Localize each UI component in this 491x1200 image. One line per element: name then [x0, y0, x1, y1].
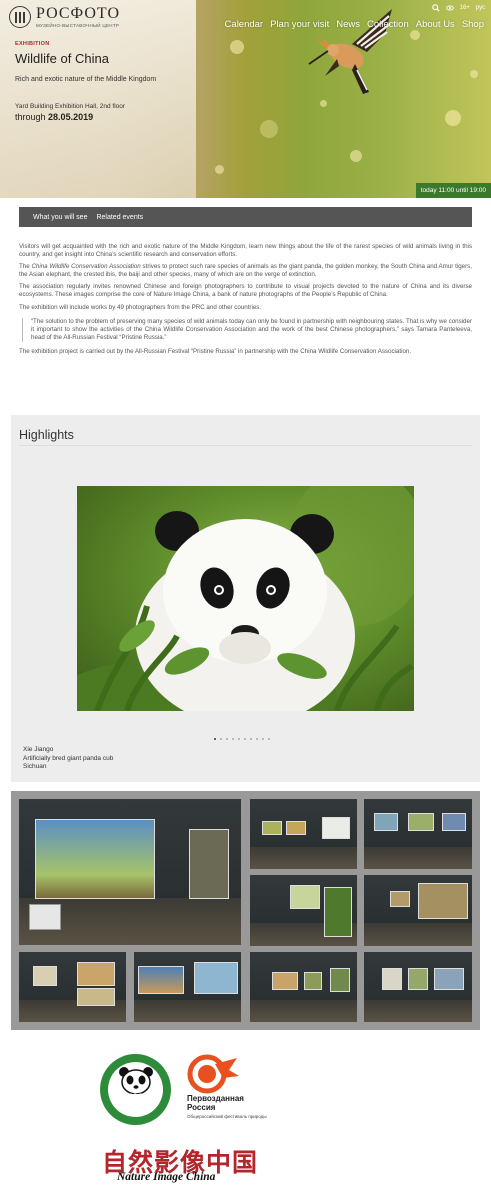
article-paragraph: The association regularly invites renown…: [19, 283, 472, 299]
nature-image-china-logo[interactable]: Nature Image China: [117, 1171, 215, 1183]
slider-dot[interactable]: [244, 738, 246, 740]
gallery-photo[interactable]: [364, 952, 472, 1022]
age-rating: 16+: [459, 5, 470, 11]
panda-cub-image: [77, 486, 414, 711]
photo-location: Sichuan: [23, 763, 47, 770]
tab-what-you-will-see[interactable]: What you will see: [33, 214, 87, 221]
language-switch[interactable]: рус: [476, 5, 485, 11]
gallery-photo[interactable]: [250, 952, 357, 1022]
tab-related-events[interactable]: Related events: [96, 214, 143, 221]
pristine-russia-subtitle: Общероссийский фестиваль природы: [187, 1114, 267, 1119]
article-paragraph: Visitors will get acquainted with the ri…: [19, 243, 472, 259]
gallery-photo[interactable]: [364, 875, 472, 946]
highlights-section: Highlights Xie Jiango Artificially bred …: [11, 415, 480, 782]
search-icon[interactable]: [431, 4, 440, 12]
divider: [19, 445, 472, 446]
cwca-label: CWCA: [116, 1092, 155, 1104]
hero-text-panel: [0, 0, 196, 198]
opening-hours-badge: today 11:00 until 19:00: [415, 183, 491, 198]
slider-dot[interactable]: [238, 738, 240, 740]
gallery-photo[interactable]: [250, 875, 357, 946]
venue-text: Yard Building Exhibition Hall, 2nd floor: [15, 103, 126, 110]
highlight-slide-image[interactable]: [77, 486, 414, 711]
page-title: Wildlife of China: [15, 51, 109, 66]
slider-dot[interactable]: [268, 738, 270, 740]
nav-collection[interactable]: Collection: [367, 19, 409, 30]
cwca-logo[interactable]: CWCA: [100, 1054, 171, 1125]
gallery-photo[interactable]: [364, 799, 472, 869]
logo-name: РОСФОТО: [36, 5, 121, 22]
slider-dot[interactable]: [262, 738, 264, 740]
photo-title: Artificially bred giant panda cub: [23, 754, 114, 762]
page-subtitle: Rich and exotic nature of the Middle Kin…: [15, 76, 157, 83]
slider-dot[interactable]: [226, 738, 228, 740]
logo-subtitle: МУЗЕЙНО-ВЫСТАВОЧНЫЙ ЦЕНТР: [36, 23, 120, 28]
gallery-photo[interactable]: [250, 799, 357, 869]
exhibition-dates: through 28.05.2019: [15, 112, 94, 122]
slider-dot[interactable]: [214, 738, 216, 740]
hero-banner: РОСФОТО МУЗЕЙНО-ВЫСТАВОЧНЫЙ ЦЕНТР EXHIBI…: [0, 0, 491, 198]
photographer-name: Xie Jiango: [23, 746, 54, 753]
slider-dot[interactable]: [220, 738, 222, 740]
gallery-photo[interactable]: [19, 799, 241, 945]
nav-calendar[interactable]: Calendar: [225, 19, 264, 30]
nav-about-us[interactable]: About Us: [416, 19, 455, 30]
exhibition-photo-gallery: [11, 791, 480, 1030]
article-paragraph: The China Wildlife Conservation Associat…: [19, 263, 472, 279]
article-paragraph: The exhibition will include works by 49 …: [19, 303, 262, 311]
slider-dot[interactable]: [256, 738, 258, 740]
article-body: Visitors will get acquainted with the ri…: [19, 243, 472, 360]
nav-plan-your-visit[interactable]: Plan your visit: [270, 19, 329, 30]
pristine-russia-title: Первозданная Россия: [187, 1094, 244, 1112]
slider-dot[interactable]: [232, 738, 234, 740]
end-date: 28.05.2019: [48, 112, 94, 122]
slider-dots: [214, 738, 270, 740]
logo-emblem-icon: [9, 6, 31, 28]
organization-name: China Wildlife Conservation Association: [31, 263, 141, 271]
nav-shop[interactable]: Shop: [462, 19, 484, 30]
nav-news[interactable]: News: [336, 19, 360, 30]
utility-bar: 16+ рус: [431, 4, 485, 12]
main-nav: Calendar Plan your visit News Collection…: [225, 19, 484, 30]
gallery-photo[interactable]: [134, 952, 241, 1022]
article-paragraph: The exhibition project is carried out by…: [19, 347, 412, 355]
article-quote: “The solution to the problem of preservi…: [22, 317, 472, 342]
site-logo[interactable]: РОСФОТО МУЗЕЙНО-ВЫСТАВОЧНЫЙ ЦЕНТР: [9, 6, 120, 28]
exhibition-label: EXHIBITION: [15, 41, 50, 47]
panda-icon: [119, 1067, 153, 1094]
highlights-heading: Highlights: [19, 428, 74, 442]
pristine-russia-fox-icon[interactable]: [187, 1054, 242, 1094]
eye-icon[interactable]: [445, 4, 454, 12]
slide-caption: Xie Jiango Artificially bred giant panda…: [23, 746, 113, 772]
slider-dot[interactable]: [250, 738, 252, 740]
gallery-photo[interactable]: [19, 952, 126, 1022]
content-tabs: What you will see Related events: [19, 207, 472, 227]
